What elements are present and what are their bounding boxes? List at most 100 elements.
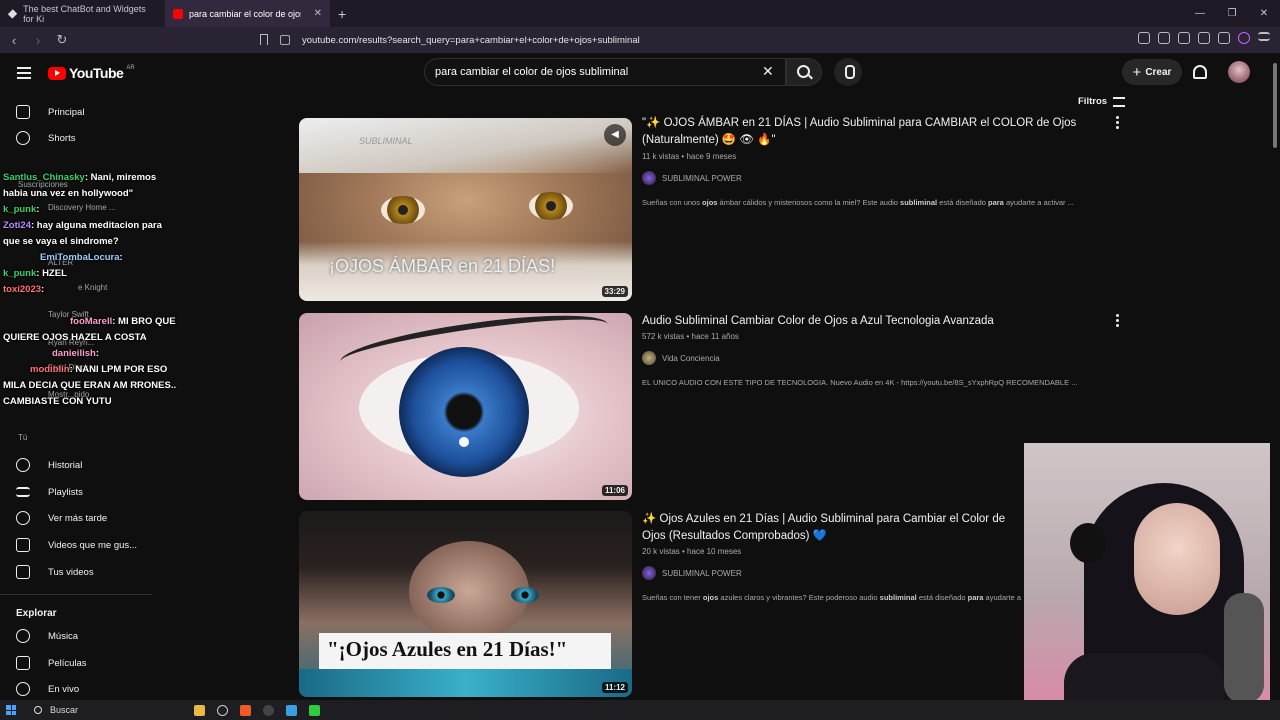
- eye-shape: [511, 587, 539, 603]
- taskbar-apps: [194, 704, 320, 716]
- video-title[interactable]: Audio Subliminal Cambiar Color de Ojos a…: [642, 313, 1082, 330]
- water-shape: [299, 669, 632, 697]
- create-button[interactable]: + Crear: [1122, 59, 1182, 85]
- sidebar-item-your-videos[interactable]: Tus videos: [16, 562, 94, 582]
- webcam-overlay: [1024, 443, 1280, 700]
- windows-start-icon[interactable]: [6, 705, 16, 715]
- more-options-icon[interactable]: [1116, 314, 1120, 329]
- country-code: AR: [126, 65, 135, 71]
- sidebar-item-liked[interactable]: Videos que me gus...: [16, 535, 137, 555]
- chat-text: :: [41, 284, 45, 295]
- chat-message: que se vaya el sindrome?: [0, 234, 200, 250]
- video-thumbnail[interactable]: 11:06: [299, 313, 632, 500]
- taskbar-search[interactable]: Buscar: [34, 705, 164, 715]
- new-tab-button[interactable]: +: [330, 6, 354, 22]
- video-thumbnail[interactable]: "¡Ojos Azules en 21 Días!" 11:12: [299, 511, 632, 697]
- browser-tab[interactable]: The best ChatBot and Widgets for Ki: [0, 0, 165, 27]
- extension-icon[interactable]: [1138, 32, 1150, 44]
- menu-icon[interactable]: [17, 67, 31, 82]
- wallet-icon[interactable]: [1198, 32, 1210, 44]
- channel-link[interactable]: SUBLIMINAL POWER: [642, 566, 742, 580]
- browser-toolbar: ‹ › ↻ youtube.com/results?search_query=p…: [0, 27, 1280, 53]
- chat-user: k_punk: [3, 204, 37, 215]
- chat-user: Zoti24: [3, 220, 31, 231]
- obs-icon[interactable]: [263, 704, 274, 716]
- close-icon[interactable]: ✕: [314, 8, 322, 19]
- sidebar-item-music[interactable]: Música: [16, 626, 78, 646]
- history-icon: [16, 458, 30, 472]
- window-controls: — ❐ ✕: [1184, 0, 1280, 27]
- mute-icon[interactable]: ◀: [604, 124, 626, 146]
- clear-search-icon[interactable]: ✕: [762, 63, 774, 80]
- minimize-button[interactable]: —: [1184, 8, 1216, 19]
- chat-message: Zoti24: hay alguna meditacion para: [0, 218, 200, 234]
- shirt-shape: [1064, 653, 1224, 700]
- sidebar-item-live[interactable]: En vivo: [16, 679, 79, 699]
- channel-avatar: [642, 351, 656, 365]
- profile-icon[interactable]: [1238, 32, 1250, 44]
- sidebar-item-label: Películas: [48, 657, 87, 669]
- sidebar-item-movies[interactable]: Películas: [16, 653, 87, 673]
- bookmark-icon[interactable]: [260, 34, 268, 45]
- notifications-icon[interactable]: [1193, 65, 1207, 79]
- chat-message: k_punk: HZEL: [0, 266, 200, 282]
- sidebar-item-principal[interactable]: Principal: [16, 102, 84, 122]
- chat-message: habia una vez en hollywood": [0, 186, 200, 202]
- more-options-icon[interactable]: [1116, 116, 1120, 131]
- live-icon: [16, 682, 30, 696]
- shorts-icon: [16, 131, 30, 145]
- avatar[interactable]: [1228, 61, 1250, 83]
- video-meta: 572 k vistas • hace 11 años: [642, 332, 739, 341]
- back-button[interactable]: ‹: [4, 33, 24, 48]
- eye-shape: [427, 587, 455, 603]
- filter-icon: [1113, 96, 1126, 107]
- settings-icon[interactable]: [217, 704, 228, 716]
- sidebar-icon[interactable]: [1178, 32, 1190, 44]
- sidebar-item-historial[interactable]: Historial: [16, 455, 82, 475]
- sidebar-item-playlists[interactable]: Playlists: [16, 482, 83, 502]
- chat-user: fooMarell: [70, 316, 113, 327]
- video-title[interactable]: ✨ Ojos Azules en 21 Días | Audio Sublimi…: [642, 511, 1026, 545]
- app-icon[interactable]: [309, 704, 320, 716]
- reload-button[interactable]: ↻: [52, 32, 72, 48]
- sidebar-item-label: Tus videos: [48, 566, 94, 578]
- music-icon[interactable]: [1158, 32, 1170, 44]
- video-title[interactable]: "✨ OJOS ÁMBAR en 21 DÍAS | Audio Sublimi…: [642, 115, 1082, 149]
- desc-text: ayudarte a activar ...: [1003, 198, 1074, 207]
- filters-button[interactable]: Filtros: [1078, 96, 1126, 107]
- desc-text: Sueñas con tener: [642, 593, 703, 602]
- close-window-button[interactable]: ✕: [1248, 8, 1280, 19]
- sidebar-item-label: Shorts: [48, 132, 76, 144]
- search-input[interactable]: para cambiar el color de ojos subliminal: [424, 58, 786, 86]
- clock-icon: [16, 511, 30, 525]
- channel-link[interactable]: Vida Conciencia: [642, 351, 720, 365]
- chat-text: : HZEL: [36, 268, 67, 279]
- desc-highlight: ojos: [702, 593, 719, 602]
- youtube-logo[interactable]: YouTube AR: [48, 65, 135, 81]
- sidebar-item-shorts[interactable]: Shorts: [16, 128, 75, 148]
- menu-icon[interactable]: [1258, 32, 1270, 41]
- chat-text: :: [119, 252, 123, 263]
- video-thumbnail[interactable]: SUBLIMINAL ¡OJOS ÁMBAR en 21 DÍAS! ◀ 33:…: [299, 118, 632, 301]
- search-value: para cambiar el color de ojos subliminal: [435, 66, 629, 78]
- shield-icon[interactable]: [1218, 32, 1230, 44]
- youtube-wordmark: YouTube: [69, 65, 124, 81]
- you-section-title[interactable]: Tú: [18, 433, 27, 442]
- address-bar[interactable]: youtube.com/results?search_query=para+ca…: [280, 30, 1000, 50]
- voice-search-button[interactable]: [834, 58, 862, 86]
- folder-icon[interactable]: [194, 704, 205, 716]
- sidebar-item-watch-later[interactable]: Ver más tarde: [16, 508, 107, 528]
- scrollbar-thumb[interactable]: [1273, 63, 1277, 148]
- scrollbar[interactable]: [1270, 53, 1280, 700]
- chat-message: danieilish:: [0, 346, 200, 362]
- site-settings-icon[interactable]: [280, 35, 290, 45]
- restore-button[interactable]: ❐: [1216, 8, 1248, 19]
- desc-text: está diseñado: [937, 198, 989, 207]
- brave-icon[interactable]: [240, 704, 251, 716]
- browser-tab-active[interactable]: para cambiar el color de ojos su ✕: [165, 0, 330, 27]
- channel-link[interactable]: SUBLIMINAL POWER: [642, 171, 742, 185]
- app-icon[interactable]: [286, 704, 297, 716]
- forward-button[interactable]: ›: [28, 33, 48, 48]
- video-description: Sueñas con unos ojos ámbar cálidos y mis…: [642, 198, 1102, 207]
- search-button[interactable]: [786, 58, 822, 86]
